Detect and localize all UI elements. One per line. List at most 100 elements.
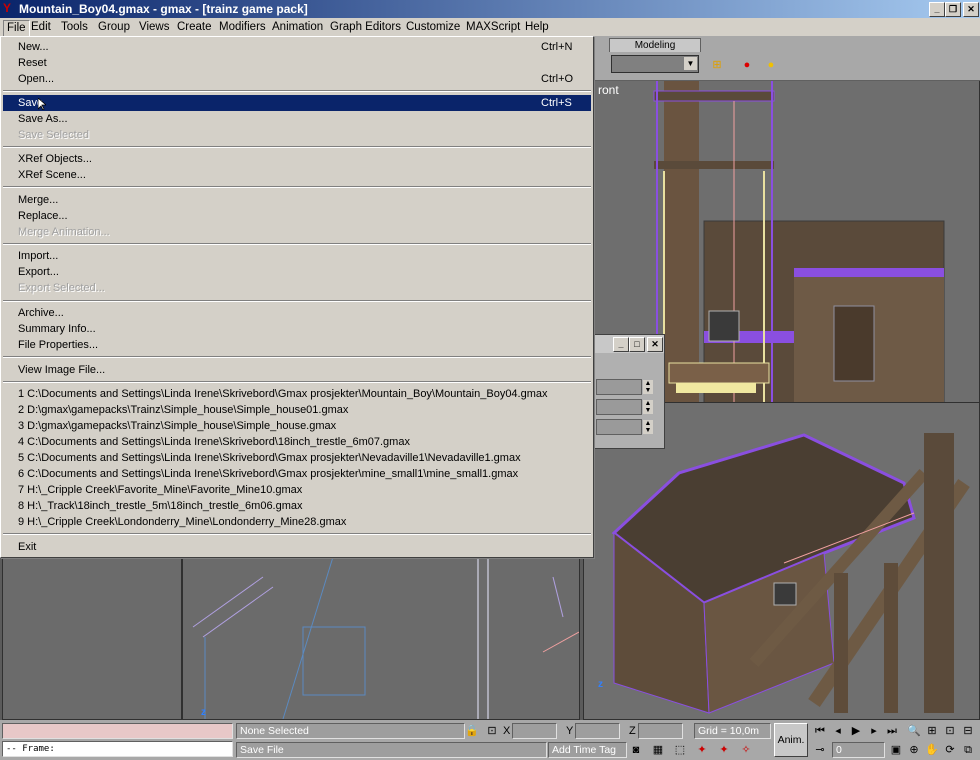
menu-item-recent-file[interactable]: 5 C:\Documents and Settings\Linda Irene\… [3,450,591,466]
chevron-down-icon[interactable]: ▼ [684,57,697,70]
menu-help[interactable]: Help [522,20,552,35]
menu-item-export[interactable]: Export... [3,264,591,280]
menu-item-archive[interactable]: Archive... [3,305,591,321]
field-of-view-icon[interactable]: ▣ [888,742,904,758]
axis-z-icon-persp: z [598,679,603,690]
key-mode-icon[interactable]: ⊸ [812,742,828,758]
percent-snap-icon[interactable]: ✦ [694,742,710,758]
restore-button[interactable]: ❐ [945,2,961,17]
menu-separator [3,300,591,302]
menu-item-exit[interactable]: Exit [3,539,591,555]
named-selection-icon[interactable]: ⊞ [709,57,725,73]
add-time-tag-button[interactable]: Add Time Tag [548,742,627,758]
spinner-z[interactable]: ▲ ▼ [596,419,653,435]
menu-item-recent-file[interactable]: 7 H:\_Cripple Creek\Favorite_Mine\Favori… [3,482,591,498]
maxscript-output[interactable]: -- Frame: [2,741,233,757]
x-coordinate-field[interactable] [512,723,557,739]
viewport-perspective[interactable]: z [583,402,980,720]
menu-graph-editors[interactable]: Graph Editors [327,20,404,35]
menu-item-replace[interactable]: Replace... [3,208,591,224]
menu-item-recent-file[interactable]: 1 C:\Documents and Settings\Linda Irene\… [3,386,591,402]
menu-item-xref-objects[interactable]: XRef Objects... [3,151,591,167]
menu-separator [3,356,591,358]
pan-hand-icon[interactable]: ✋ [924,742,940,758]
zoom-extents-icon[interactable]: ⊡ [942,723,958,739]
menu-item-merge-animation: Merge Animation... [18,226,110,238]
gmax-logo-icon: Y [3,1,12,15]
x-label: X [503,725,511,737]
menu-separator [3,381,591,383]
zoom-extents-all-icon[interactable]: ⊟ [960,723,976,739]
mouse-cursor-icon [37,97,48,111]
menu-item-view-image-file[interactable]: View Image File... [3,362,591,378]
spinner-arrows-icon[interactable]: ▲ ▼ [643,420,653,434]
next-frame-icon[interactable]: ▸ [866,723,882,739]
menu-item-recent-file[interactable]: 9 H:\_Cripple Creek\Londonderry_Mine\Lon… [3,514,591,530]
y-coordinate-field[interactable] [575,723,620,739]
menu-item-recent-file[interactable]: 3 D:\gmax\gamepacks\Trainz\Simple_house\… [3,418,591,434]
material-editor-icon[interactable]: ● [739,57,755,73]
title-bar: Y Mountain_Boy04.gmax - gmax - [trainz g… [0,0,980,18]
menu-create[interactable]: Create [174,20,215,35]
panel-minimize-button[interactable]: _ [613,337,629,352]
viewport-top[interactable]: z [182,556,580,720]
spinner-snap-icon[interactable]: ✦ [716,742,732,758]
z-label: Z [629,725,636,737]
menu-animation[interactable]: Animation [269,20,326,35]
menu-item-recent-file[interactable]: 6 C:\Documents and Settings\Linda Irene\… [3,466,591,482]
lock-selection-icon[interactable]: 🔒 [464,723,480,739]
go-to-start-icon[interactable]: ⏮ [812,723,828,739]
snap-toggle-icon[interactable]: ▦ [650,742,666,758]
spinner-x[interactable]: ▲ ▼ [596,379,653,395]
menu-item-import[interactable]: Import... [3,248,591,264]
zoom-icon[interactable]: 🔍 [906,723,922,739]
arc-rotate-icon[interactable]: ⟳ [942,742,958,758]
spinner-arrows-icon[interactable]: ▲ ▼ [643,400,653,414]
maxscript-listener-input[interactable] [2,723,233,739]
zoom-all-icon[interactable]: ⊞ [924,723,940,739]
go-to-end-icon[interactable]: ⏭ [884,723,900,739]
previous-frame-icon[interactable]: ◂ [830,723,846,739]
panel-maximize-button[interactable]: □ [629,337,645,352]
region-zoom-icon[interactable]: ⊕ [906,742,922,758]
menu-item-open[interactable]: Open... Ctrl+O [3,71,591,87]
menu-tools[interactable]: Tools [58,20,91,35]
status-bar: -- Frame: None Selected 🔒 ⊡ X Y Z Grid =… [0,720,980,760]
menu-item-file-properties[interactable]: File Properties... [3,337,591,353]
menu-item-summary-info[interactable]: Summary Info... [3,321,591,337]
close-button[interactable]: ✕ [963,2,979,17]
spinner-y[interactable]: ▲ ▼ [596,399,653,415]
menu-file[interactable]: File [3,20,30,37]
crossing-selection-icon[interactable]: ◙ [628,742,644,758]
panel-close-button[interactable]: ✕ [647,337,663,352]
menu-item-save[interactable]: Save Ctrl+S [3,95,591,111]
absolute-mode-icon[interactable]: ⊡ [484,723,500,739]
viewport-left[interactable] [2,556,182,720]
anim-button[interactable]: Anim. [774,723,808,757]
menu-item-recent-file[interactable]: 4 C:\Documents and Settings\Linda Irene\… [3,434,591,450]
menu-item-new[interactable]: New... Ctrl+N [3,39,591,55]
spinner-arrows-icon[interactable]: ▲ ▼ [643,380,653,394]
menu-modifiers[interactable]: Modifiers [216,20,269,35]
menu-item-reset[interactable]: Reset [3,55,591,71]
menu-item-recent-file[interactable]: 2 D:\gmax\gamepacks\Trainz\Simple_house\… [3,402,591,418]
maximize-viewport-icon[interactable]: ⧉ [960,742,976,758]
current-frame-field[interactable]: 0 [832,742,885,758]
menu-item-merge[interactable]: Merge... [3,192,591,208]
menu-group[interactable]: Group [95,20,133,35]
angle-snap-icon[interactable]: ⬚ [672,742,688,758]
minimize-button[interactable]: _ [929,2,945,17]
tab-modeling[interactable]: Modeling [609,38,701,52]
menu-views[interactable]: Views [136,20,172,35]
menu-customize[interactable]: Customize [403,20,463,35]
render-icon[interactable]: ● [763,57,779,73]
menu-item-xref-scene[interactable]: XRef Scene... [3,167,591,183]
menu-maxscript[interactable]: MAXScript [463,20,523,35]
transform-icon[interactable]: ✧ [738,742,754,758]
z-coordinate-field[interactable] [638,723,683,739]
menu-item-recent-file[interactable]: 8 H:\_Track\18inch_trestle_5m\18inch_tre… [3,498,591,514]
menu-edit[interactable]: Edit [28,20,54,35]
play-icon[interactable]: ▶ [848,723,864,739]
menu-item-save-as[interactable]: Save As... [3,111,591,127]
selection-set-dropdown[interactable]: ▼ [611,55,699,73]
